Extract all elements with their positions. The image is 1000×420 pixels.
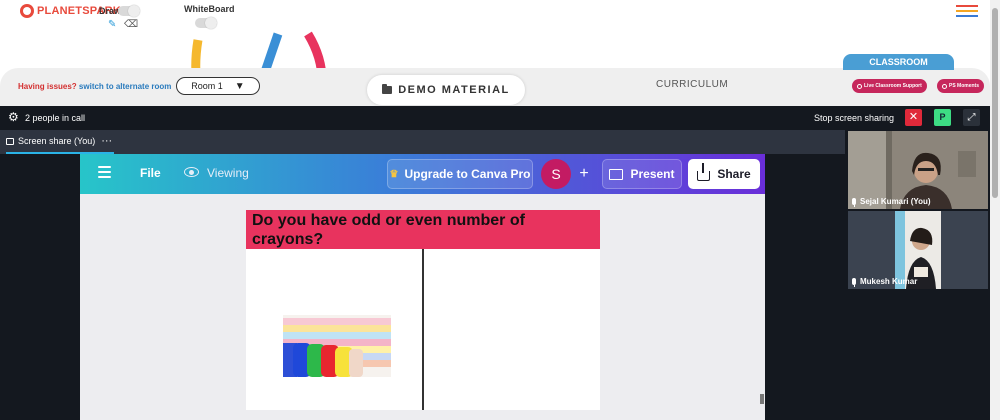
issue-notice: Having issues? switch to alternate room (18, 82, 171, 91)
plus-icon[interactable]: + (573, 163, 595, 185)
more-options-icon[interactable]: ··· (101, 135, 112, 147)
screen-share-tab[interactable]: Screen share (You) ··· (6, 130, 114, 154)
present-icon (609, 168, 624, 180)
participant-name-text: Mukesh Kumar (860, 277, 918, 286)
participant-name-text: Sejal Kumari (You) (860, 197, 931, 206)
share-tab-row: Screen share (You) ··· (0, 130, 845, 154)
eraser-icon[interactable]: ⌫ (124, 20, 138, 30)
whiteboard-label: WhiteBoard (184, 4, 235, 14)
scrollbar-thumb[interactable] (992, 8, 998, 198)
call-area: ⚙ 2 people in call Stop screen sharing ✕… (0, 106, 990, 420)
planetspark-logo-icon (20, 4, 34, 18)
slide: Do you have odd or even number of crayon… (246, 210, 600, 410)
shared-screen: File Viewing ♛ Upgrade to Canva Pro S + … (0, 154, 845, 420)
share-button[interactable]: Share (688, 159, 760, 189)
canva-file-menu[interactable]: File (140, 166, 161, 180)
room-select[interactable]: Room 1 ▼ (176, 77, 260, 95)
page-scrollbar[interactable] (990, 0, 1000, 420)
upgrade-label: Upgrade to Canva Pro (404, 167, 531, 181)
switch-room-link[interactable]: switch to alternate room (79, 82, 171, 91)
issue-prefix: Having issues? (18, 82, 77, 91)
canva-viewing-label[interactable]: Viewing (207, 166, 249, 180)
slide-divider (422, 249, 424, 410)
mic-icon (852, 278, 856, 287)
p-badge-button[interactable]: P (934, 109, 951, 126)
screen-share-label: Screen share (You) (18, 136, 96, 146)
expand-icon[interactable]: ⤢ (963, 109, 980, 126)
people-count: 2 people in call (25, 113, 86, 123)
folder-icon (382, 84, 393, 94)
screen-icon (6, 137, 14, 145)
participant-tile[interactable]: Sejal Kumari (You) (848, 131, 988, 209)
stop-sharing-label: Stop screen sharing (814, 113, 895, 123)
top-toolbar: PLANETSPARK Draw ✎ ⌫ WhiteBoard (0, 0, 990, 36)
gear-icon[interactable]: ⚙ (8, 111, 19, 123)
crayons-image (283, 315, 391, 377)
pencil-icon[interactable]: ✎ (108, 20, 116, 30)
demo-material-button[interactable]: DEMO MATERIAL (367, 75, 525, 105)
classroom-tab[interactable]: CLASSROOM (843, 54, 954, 70)
present-label: Present (630, 167, 675, 181)
moments-icon (942, 83, 947, 89)
dropdown-arrow-icon: ▼ (234, 80, 245, 92)
ps-moments-label: PS Moments (949, 83, 980, 89)
mic-icon (852, 198, 856, 207)
share-icon (697, 163, 711, 181)
live-support-button[interactable]: Live Classroom Support (852, 79, 927, 93)
curriculum-tab[interactable]: CURRICULUM (656, 79, 728, 90)
participant-name: Sejal Kumari (You) (852, 197, 931, 207)
participant-tile[interactable]: Mukesh Kumar (848, 211, 988, 289)
ps-moments-button[interactable]: PS Moments (937, 79, 985, 93)
demo-material-label: DEMO MATERIAL (398, 84, 510, 96)
upgrade-canva-pro-button[interactable]: ♛ Upgrade to Canva Pro (387, 159, 533, 189)
present-button[interactable]: Present (602, 159, 682, 189)
live-support-label: Live Classroom Support (864, 83, 922, 89)
slide-title: Do you have odd or even number of crayon… (246, 210, 600, 249)
room-select-value: Room 1 (191, 81, 223, 91)
stop-sharing-button[interactable]: ✕ (905, 109, 922, 126)
canva-window: File Viewing ♛ Upgrade to Canva Pro S + … (80, 154, 765, 420)
draw-toggle[interactable] (118, 5, 140, 17)
canva-toolbar: File Viewing ♛ Upgrade to Canva Pro S + … (80, 154, 765, 194)
user-avatar[interactable]: S (541, 159, 571, 189)
eye-icon (184, 167, 199, 177)
crown-icon: ♛ (389, 168, 399, 180)
support-icon (857, 83, 862, 89)
share-label: Share (717, 167, 751, 181)
canva-menu-icon[interactable] (98, 166, 111, 181)
hamburger-menu-icon[interactable] (956, 5, 978, 20)
participant-name: Mukesh Kumar (852, 277, 918, 287)
shared-scroll-handle[interactable] (760, 394, 764, 404)
